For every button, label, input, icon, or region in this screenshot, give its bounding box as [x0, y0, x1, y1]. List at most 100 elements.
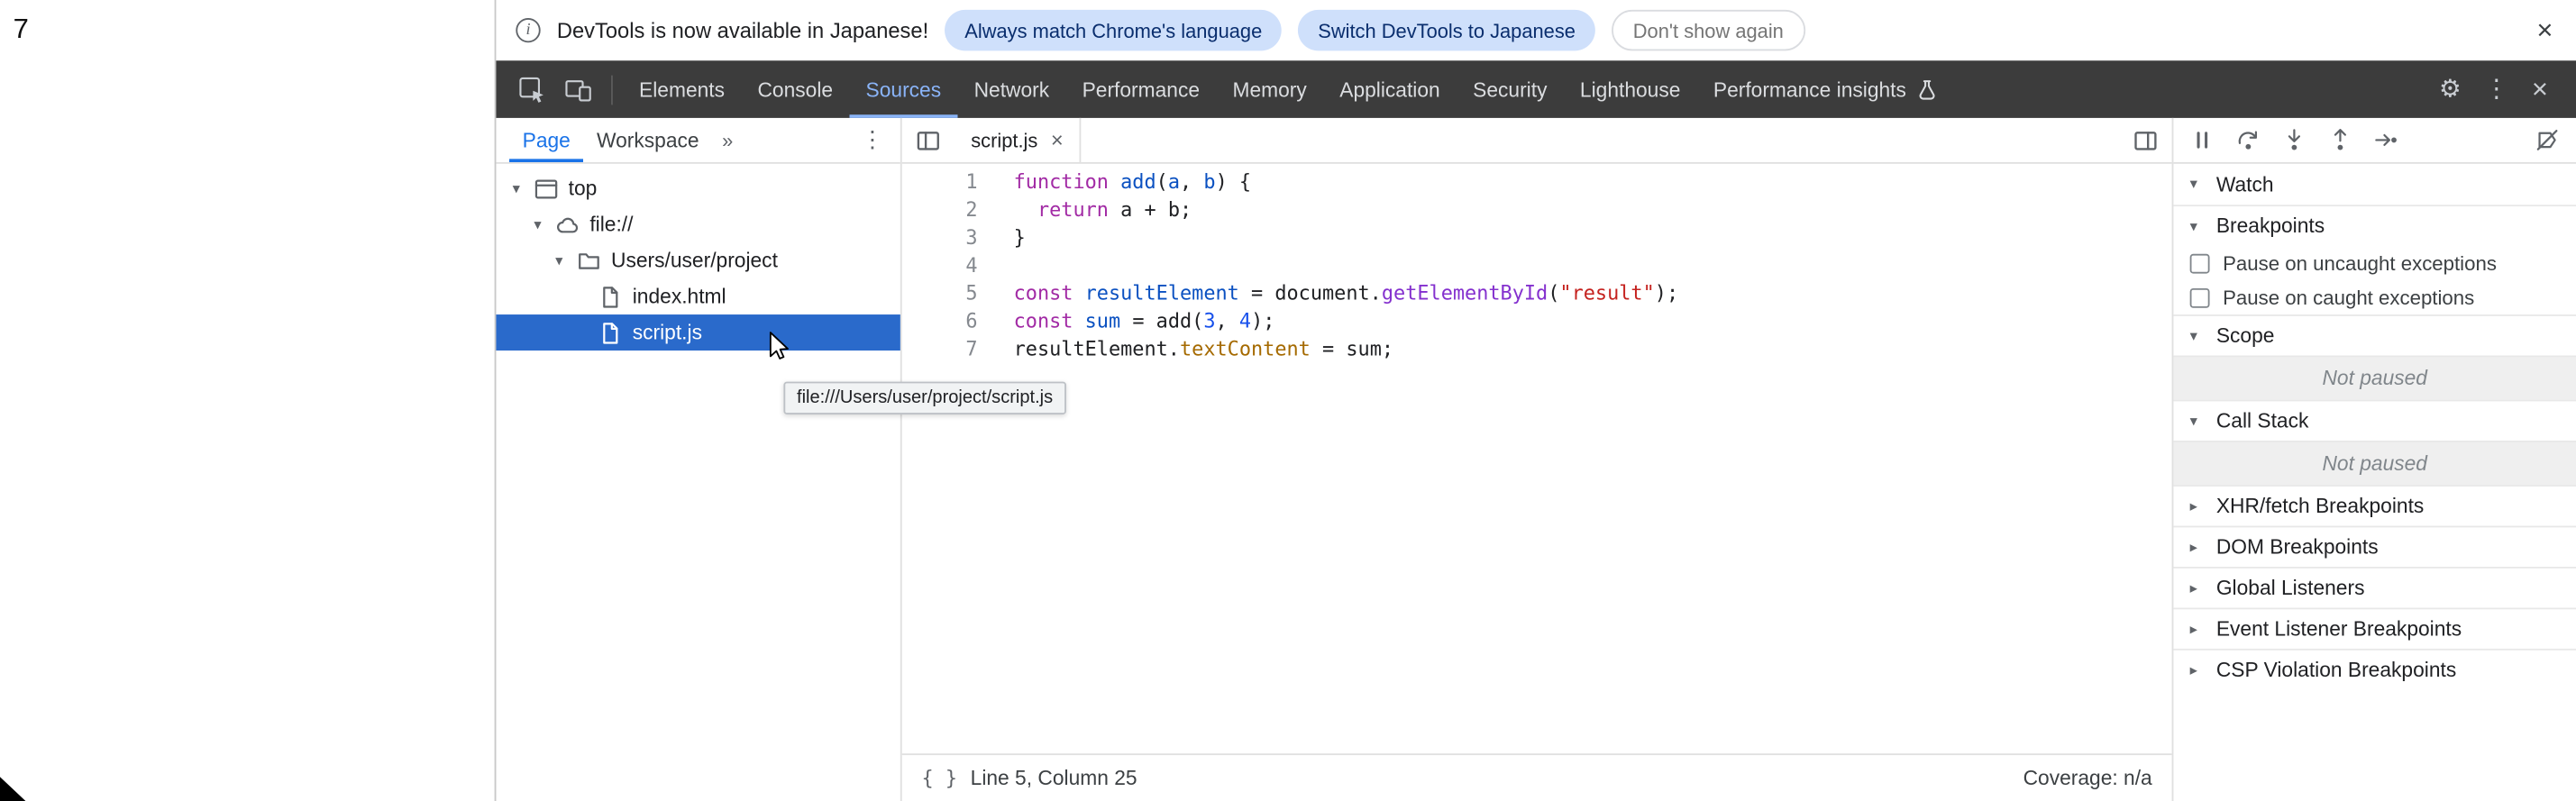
editor-tab-strip: script.js × [902, 118, 2172, 164]
line-number[interactable]: 4 [902, 252, 978, 280]
tab-label: Network [974, 77, 1050, 100]
mouse-cursor-icon [0, 775, 38, 801]
line-number[interactable]: 5 [902, 280, 978, 308]
tab-performance-insights[interactable]: Performance insights [1697, 60, 1956, 118]
tab-console[interactable]: Console [741, 60, 849, 118]
navigator-more-options-icon[interactable]: ⋮ [845, 126, 900, 154]
tab-overflow-chevron-icon[interactable]: » [712, 129, 743, 151]
info-icon: i [516, 18, 540, 42]
section-call-stack[interactable]: ▾Call Stack [2173, 400, 2576, 441]
flask-icon [1916, 77, 1940, 100]
sources-panel: PageWorkspace » ⋮ ▾top▾file://▾Users/use… [496, 118, 2576, 801]
file-icon [598, 320, 622, 344]
navigator-tab-page[interactable]: Page [509, 118, 583, 162]
line-number[interactable]: 7 [902, 336, 978, 364]
code-line: return a + b; [1014, 196, 1679, 224]
tab-application[interactable]: Application [1323, 60, 1457, 118]
infobar-actions: Always match Chrome's language Switch Dev… [945, 10, 1804, 50]
code-token: "result" [1559, 282, 1654, 305]
code-line: const resultElement = document.getElemen… [1014, 280, 1679, 308]
section-scope[interactable]: ▾Scope [2173, 314, 2576, 355]
code-token: getElementById [1382, 282, 1548, 305]
navigator-tab-workspace[interactable]: Workspace [583, 118, 712, 162]
step-over-icon[interactable] [2236, 128, 2261, 152]
section-global-listeners[interactable]: ▸Global Listeners [2173, 567, 2576, 607]
line-number[interactable]: 2 [902, 196, 978, 224]
inspect-element-icon[interactable] [517, 75, 547, 105]
section-label: Breakpoints [2216, 214, 2325, 237]
always-match-chrome-s-language-button[interactable]: Always match Chrome's language [945, 10, 1282, 50]
section-event-listener-breakpoints[interactable]: ▸Event Listener Breakpoints [2173, 607, 2576, 648]
editor-tab-script-js[interactable]: script.js × [955, 118, 1082, 162]
tab-label: Application [1339, 77, 1439, 100]
tab-memory[interactable]: Memory [1216, 60, 1323, 118]
code-token: ) { [1216, 170, 1252, 193]
code-token: const [1014, 310, 1073, 332]
section-label: CSP Violation Breakpoints [2216, 659, 2456, 681]
tree-item-index-html[interactable]: index.html [496, 278, 900, 314]
tree-item-users-user-project[interactable]: ▾Users/user/project [496, 242, 900, 278]
section-breakpoints[interactable]: ▾Breakpoints [2173, 205, 2576, 245]
code-lines: function add(a, b) { return a + b;}const… [994, 168, 1678, 753]
section-label: XHR/fetch Breakpoints [2216, 495, 2424, 517]
section-xhr-fetch-breakpoints[interactable]: ▸XHR/fetch Breakpoints [2173, 485, 2576, 525]
tab-label: Sources [866, 77, 942, 100]
tab-security[interactable]: Security [1457, 60, 1564, 118]
collapsed-arrow-icon: ▸ [2190, 661, 2206, 679]
step-icon[interactable] [2374, 128, 2398, 152]
pretty-print-icon[interactable]: { } [922, 767, 958, 789]
step-into-icon[interactable] [2282, 128, 2307, 152]
checkbox-unchecked[interactable] [2190, 253, 2210, 273]
don-t-show-again-button[interactable]: Don't show again [1612, 10, 1805, 50]
code-token: resultElement. [1014, 338, 1180, 360]
debugger-sections: ▾Watch▾BreakpointsPause on uncaught exce… [2173, 164, 2576, 690]
tab-sources[interactable]: Sources [849, 60, 957, 118]
code-editor[interactable]: 1234567 function add(a, b) { return a + … [902, 164, 2172, 753]
mouse-cursor-icon [769, 331, 792, 363]
checkbox-unchecked[interactable] [2190, 287, 2210, 307]
tab-label: Performance [1082, 77, 1200, 100]
deactivate-breakpoints-icon[interactable] [2535, 128, 2559, 152]
tab-performance[interactable]: Performance [1065, 60, 1216, 118]
frame-icon [534, 176, 558, 200]
tab-elements[interactable]: Elements [623, 60, 741, 118]
code-token: ); [1655, 282, 1678, 305]
toggle-navigator-icon[interactable] [915, 127, 941, 153]
tree-item-script-js[interactable]: script.js [496, 314, 900, 350]
more-options-icon[interactable]: ⋮ [2472, 77, 2520, 101]
code-token: = sum; [1311, 338, 1393, 360]
settings-gear-icon[interactable]: ⚙ [2427, 77, 2472, 101]
switch-devtools-to-japanese-button[interactable]: Switch DevTools to Japanese [1298, 10, 1594, 50]
checkbox-row-pause-on-uncaught-exceptions[interactable]: Pause on uncaught exceptions [2173, 246, 2576, 280]
code-token: } [1014, 226, 1026, 249]
line-number[interactable]: 6 [902, 308, 978, 336]
line-number[interactable]: 1 [902, 168, 978, 196]
editor-tab-label: script.js [971, 129, 1037, 151]
tab-close-icon[interactable]: × [1051, 130, 1064, 151]
file-tree: ▾top▾file://▾Users/user/projectindex.htm… [496, 164, 900, 350]
tree-item-top[interactable]: ▾top [496, 170, 900, 206]
section-label: Call Stack [2216, 410, 2309, 432]
code-token: ( [1156, 170, 1168, 193]
pause-script-icon[interactable] [2190, 128, 2215, 152]
toggle-debugger-sidebar-icon[interactable] [2133, 127, 2159, 153]
code-token: textContent [1180, 338, 1311, 360]
infobar-close-icon[interactable]: × [2536, 16, 2553, 44]
code-token: return [1037, 198, 1109, 221]
section-watch[interactable]: ▾Watch [2173, 164, 2576, 205]
editor-status-bar: { } Line 5, Column 25 Coverage: n/a [902, 753, 2172, 801]
devtools-window: i DevTools is now available in Japanese!… [495, 0, 2576, 801]
device-toolbar-icon[interactable] [563, 75, 593, 105]
checkbox-row-pause-on-caught-exceptions[interactable]: Pause on caught exceptions [2173, 280, 2576, 314]
tab-network[interactable]: Network [957, 60, 1065, 118]
tab-lighthouse[interactable]: Lighthouse [1564, 60, 1697, 118]
code-token: sum [1085, 310, 1121, 332]
line-number[interactable]: 3 [902, 224, 978, 252]
collapsed-arrow-icon: ▸ [2190, 620, 2206, 638]
tree-item-file[interactable]: ▾file:// [496, 206, 900, 242]
toolbar-divider [611, 75, 613, 105]
section-dom-breakpoints[interactable]: ▸DOM Breakpoints [2173, 526, 2576, 567]
devtools-close-icon[interactable]: × [2520, 76, 2560, 104]
step-out-icon[interactable] [2328, 128, 2352, 152]
section-csp-violation-breakpoints[interactable]: ▸ CSP Violation Breakpoints [2173, 649, 2576, 689]
